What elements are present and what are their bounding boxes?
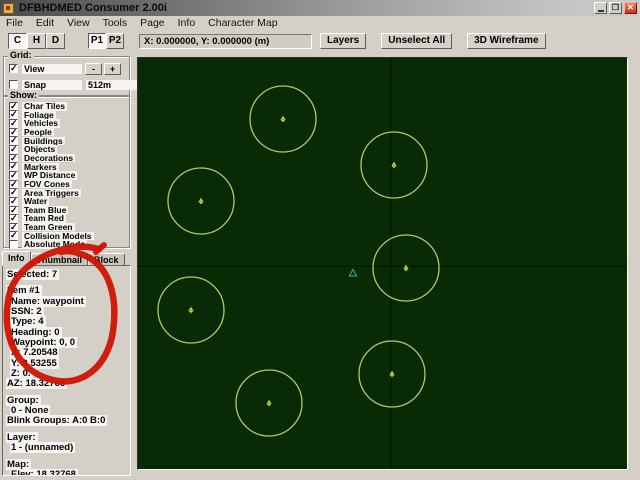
waypoint-dot xyxy=(190,309,192,312)
menu-item[interactable]: Info xyxy=(178,17,196,29)
waypoint-dot xyxy=(391,373,393,376)
menu-item[interactable]: Character Map xyxy=(208,17,277,29)
toolbar-action-button[interactable]: 3D Wireframe xyxy=(467,33,546,49)
grid-snap-label: Snap xyxy=(22,79,82,90)
info-line: Selected: 7 xyxy=(6,269,60,280)
waypoint-dot xyxy=(405,267,407,270)
grid-group-label: Grid: xyxy=(8,50,34,60)
mode-button-d[interactable]: D xyxy=(46,33,65,49)
show-label: Absolute Mode xyxy=(22,239,87,250)
grid-minus-button[interactable]: - xyxy=(85,62,102,75)
menu-bar: File Edit View Tools Page Info Character… xyxy=(0,16,640,30)
close-button-icon[interactable] xyxy=(624,2,637,14)
panel-tabs: Info Thumbnail Block xyxy=(2,251,125,266)
page-button-p1[interactable]: P1 xyxy=(88,33,106,49)
map-viewport[interactable] xyxy=(137,57,628,470)
app-icon xyxy=(3,2,14,14)
info-line: AZ: 18.32768 xyxy=(6,378,68,390)
map-background[interactable] xyxy=(138,58,627,469)
map-canvas xyxy=(138,58,627,469)
menu-item[interactable]: Edit xyxy=(36,17,54,29)
toolbar-action-button[interactable]: Unselect All xyxy=(381,33,453,49)
menu-item[interactable]: File xyxy=(6,17,23,29)
window-title: DFBHDMED Consumer 2.00i xyxy=(19,2,167,14)
show-groupbox: Show: ✓ Char Tiles ✓ Foliage ✓ Vehicles xyxy=(3,91,130,250)
menu-item[interactable]: View xyxy=(67,17,90,29)
toolbar-action-button[interactable]: Layers xyxy=(320,33,367,49)
waypoint-dot xyxy=(393,164,395,167)
menu-item[interactable]: Tools xyxy=(103,17,128,29)
menu-item[interactable]: Page xyxy=(140,17,165,29)
waypoint-dot xyxy=(268,402,270,405)
grid-view-label: View xyxy=(22,63,82,74)
info-line: Blink Groups: A:0 B:0 xyxy=(6,415,108,427)
toolbar: C H D P1 P2 X: 0.000000, Y: 0.000000 (m)… xyxy=(0,30,640,52)
tab-info[interactable]: Info xyxy=(2,251,31,266)
restore-button-icon[interactable] xyxy=(609,2,622,14)
left-panel: Grid: ✓ View - + ✓ Snap 512m Show: ✓ Cha… xyxy=(0,50,146,480)
show-group-label: Show: xyxy=(8,90,39,100)
waypoint-dot xyxy=(200,200,202,203)
minimize-button-icon[interactable] xyxy=(594,2,607,14)
page-button-p2[interactable]: P2 xyxy=(106,33,124,49)
title-bar: DFBHDMED Consumer 2.00i xyxy=(0,0,640,16)
show-checkbox[interactable]: ✓ xyxy=(9,231,18,241)
mode-button-h[interactable]: H xyxy=(27,33,46,49)
grid-view-checkbox[interactable]: ✓ xyxy=(9,64,18,73)
grid-snap-checkbox[interactable]: ✓ xyxy=(9,80,18,89)
info-line: Elev: 18.32768 xyxy=(6,468,127,475)
mode-button-c[interactable]: C xyxy=(8,33,27,49)
cursor-coordinates: X: 0.000000, Y: 0.000000 (m) xyxy=(139,33,312,49)
show-toggle-row: ✓ Absolute Mode xyxy=(9,239,126,250)
info-line: 1 - (unnamed) xyxy=(10,442,76,454)
grid-plus-button[interactable]: + xyxy=(104,62,121,75)
app-window: DFBHDMED Consumer 2.00i File Edit View T… xyxy=(0,0,640,480)
waypoint-dot xyxy=(282,118,284,121)
info-panel: Selected: 7 Item #1 Name: waypoint SSN: … xyxy=(2,265,131,476)
show-checkbox[interactable]: ✓ xyxy=(9,240,18,250)
